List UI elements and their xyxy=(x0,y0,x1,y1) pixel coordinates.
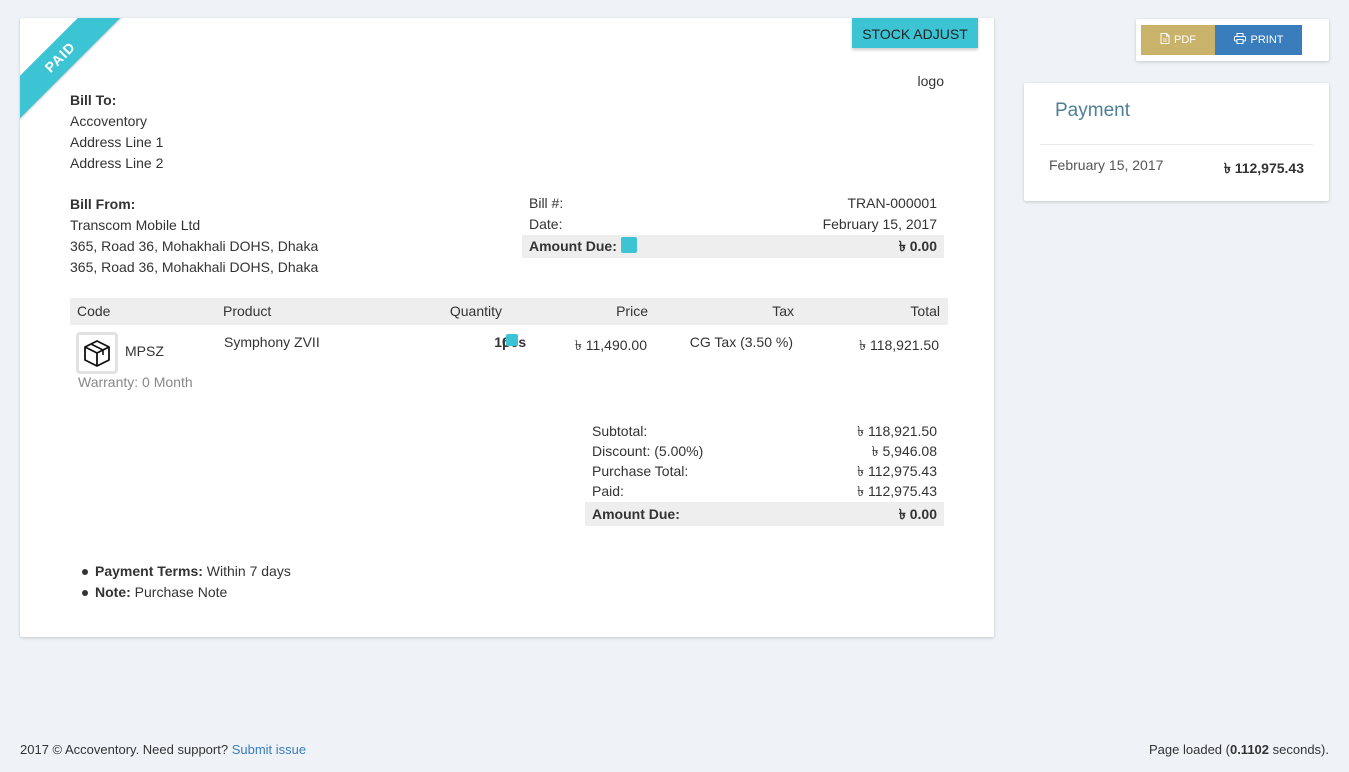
export-actions: PDF PRINT xyxy=(1136,19,1329,61)
purchase-total-value: ৳ 112,975.43 xyxy=(857,463,937,479)
payment-title: Payment xyxy=(1055,100,1130,121)
qty-info-marker-icon[interactable] xyxy=(506,334,518,346)
paid-label: Paid: xyxy=(592,483,624,499)
item-product: Symphony ZVII xyxy=(224,334,320,350)
payment-amount: ৳ 112,975.43 xyxy=(1223,160,1304,176)
col-quantity: Quantity xyxy=(449,303,502,319)
invoice-meta: Bill #: TRAN-000001 Date: February 15, 2… xyxy=(522,193,944,258)
load-time-value: 0.1102 xyxy=(1229,742,1270,757)
note: Note: Purchase Note xyxy=(82,582,291,603)
items-table-header: Code Product Quantity Price Tax Total xyxy=(70,298,948,325)
item-warranty: Warranty: 0 Month xyxy=(78,374,193,390)
date-label: Date: xyxy=(529,216,563,232)
file-pdf-icon xyxy=(1160,33,1170,44)
print-button[interactable]: PRINT xyxy=(1215,25,1302,55)
totals-summary: Subtotal: ৳ 118,921.50 Discount: (5.00%)… xyxy=(585,421,944,526)
load-time-prefix: Page loaded ( xyxy=(1149,742,1230,757)
print-button-label: PRINT xyxy=(1250,34,1284,46)
date-row: Date: February 15, 2017 xyxy=(522,214,944,235)
payment-date: February 15, 2017 xyxy=(1049,157,1164,173)
footer-copyright: 2017 © Accoventory. Need support? Submit… xyxy=(20,742,306,757)
col-tax: Tax xyxy=(772,303,794,319)
date-value: February 15, 2017 xyxy=(822,216,937,232)
total-amount-due-row: Amount Due: ৳ 0.00 xyxy=(585,502,944,526)
payment-terms: Payment Terms: Within 7 days xyxy=(82,561,291,582)
invoice-card: PAID STOCK ADJUST logo Bill To: Accovent… xyxy=(20,18,994,637)
subtotal-value: ৳ 118,921.50 xyxy=(857,423,937,439)
total-amount-due-value: ৳ 0.00 xyxy=(898,506,937,522)
box-icon xyxy=(84,340,110,367)
col-product: Product xyxy=(223,303,272,319)
paid-value: ৳ 112,975.43 xyxy=(857,483,937,499)
payment-terms-value: Within 7 days xyxy=(202,563,291,579)
footer-load-time: Page loaded (0.1102 seconds). xyxy=(1149,742,1329,757)
amount-due-row: Amount Due: ৳ 0.00 xyxy=(522,235,944,258)
bill-to-label: Bill To: xyxy=(70,92,117,108)
bill-to: Bill To: Accoventory Address Line 1 Addr… xyxy=(70,90,163,174)
bill-to-line: Address Line 1 xyxy=(70,134,164,150)
amount-due-label: Amount Due: xyxy=(529,238,617,254)
item-tax: CG Tax (3.50 %) xyxy=(689,334,793,350)
note-value: Purchase Note xyxy=(130,584,228,600)
bill-number-row: Bill #: TRAN-000001 xyxy=(522,193,944,214)
load-time-suffix: seconds). xyxy=(1269,742,1329,757)
bill-to-line: Accoventory xyxy=(70,113,148,129)
purchase-total-row: Purchase Total: ৳ 112,975.43 xyxy=(585,461,944,481)
subtotal-label: Subtotal: xyxy=(592,423,648,439)
info-marker-icon[interactable] xyxy=(620,237,637,253)
purchase-total-label: Purchase Total: xyxy=(592,463,689,479)
bill-from-line: 365, Road 36, Mohakhali DOHS, Dhaka xyxy=(70,259,319,275)
payment-divider xyxy=(1040,144,1313,145)
print-icon xyxy=(1233,33,1246,44)
col-price: Price xyxy=(616,303,648,319)
amount-due-value: ৳ 0.00 xyxy=(898,238,937,254)
bill-number-label: Bill #: xyxy=(529,195,564,211)
discount-row: Discount: (5.00%) ৳ 5,946.08 xyxy=(585,441,944,461)
col-total: Total xyxy=(910,303,940,319)
company-logo: logo xyxy=(917,73,944,89)
col-code: Code xyxy=(77,303,111,319)
item-price: ৳ 11,490.00 xyxy=(574,337,647,353)
note-label: Note: xyxy=(95,584,131,600)
payment-terms-label: Payment Terms: xyxy=(95,563,203,579)
bill-from-label: Bill From: xyxy=(70,196,136,212)
discount-value: ৳ 5,946.08 xyxy=(871,443,937,459)
footer-text: 2017 © Accoventory. Need support? xyxy=(20,742,232,757)
bill-from: Bill From: Transcom Mobile Ltd 365, Road… xyxy=(70,194,318,278)
item-total: ৳ 118,921.50 xyxy=(859,337,939,353)
item-quantity: 10 pcs xyxy=(494,334,526,350)
bill-number-value: TRAN-000001 xyxy=(847,195,938,211)
pdf-button-label: PDF xyxy=(1174,34,1196,46)
bill-from-line: Transcom Mobile Ltd xyxy=(70,217,201,233)
table-row: MPSZ Symphony ZVII 10 pcs ৳ 11,490.00 CG… xyxy=(70,332,948,392)
stock-adjust-badge: STOCK ADJUST xyxy=(852,18,978,48)
bill-from-line: 365, Road 36, Mohakhali DOHS, Dhaka xyxy=(70,238,319,254)
submit-issue-link[interactable]: Submit issue xyxy=(232,742,306,757)
total-amount-due-label: Amount Due: xyxy=(592,506,680,522)
item-code: MPSZ xyxy=(125,343,164,359)
bill-to-line: Address Line 2 xyxy=(70,155,164,171)
invoice-notes: Payment Terms: Within 7 days Note: Purch… xyxy=(82,561,291,603)
subtotal-row: Subtotal: ৳ 118,921.50 xyxy=(585,421,944,441)
paid-row: Paid: ৳ 112,975.43 xyxy=(585,481,944,501)
product-thumbnail xyxy=(76,332,118,374)
pdf-button[interactable]: PDF xyxy=(1141,25,1215,55)
payment-card: Payment February 15, 2017 ৳ 112,975.43 xyxy=(1024,83,1329,201)
discount-label: Discount: (5.00%) xyxy=(592,443,704,459)
